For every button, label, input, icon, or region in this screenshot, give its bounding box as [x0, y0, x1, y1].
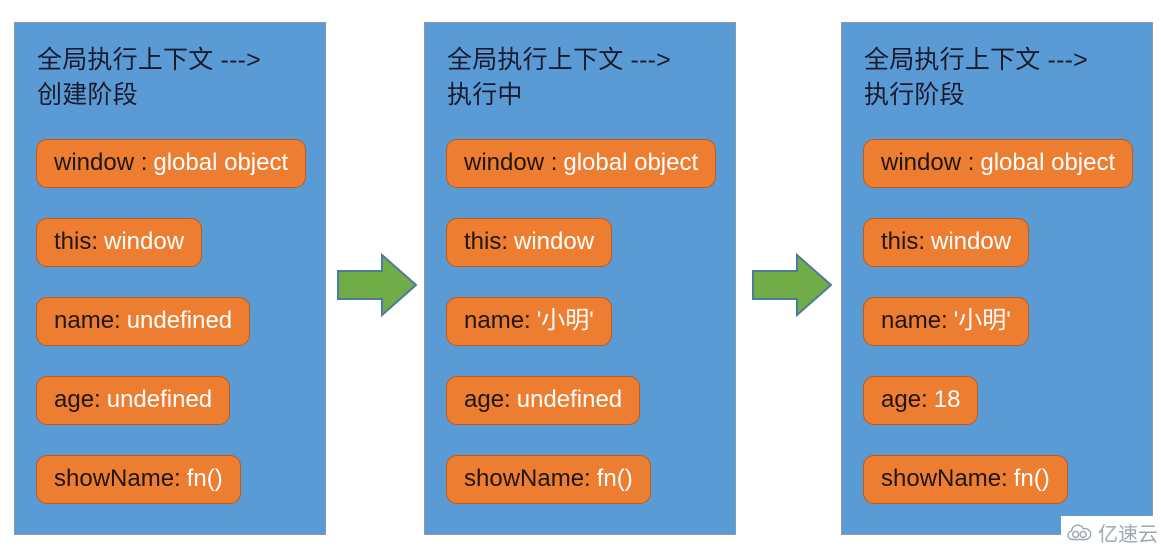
property-key: showName: [881, 465, 1008, 492]
property-value: global object [980, 149, 1116, 176]
list-item: age: undefined [36, 376, 317, 455]
property-pill-name: name: '小明' [863, 297, 1029, 346]
property-value: window [931, 228, 1012, 255]
property-value: global object [563, 149, 699, 176]
property-value: fn() [186, 465, 223, 492]
property-key: this: [881, 228, 926, 255]
property-pill-showname: showName: fn() [863, 455, 1068, 504]
context-panel-creation: 全局执行上下文 ---> 创建阶段 window : global object … [14, 22, 326, 535]
panel-title: 全局执行上下文 ---> 执行阶段 [864, 46, 1088, 109]
list-item: window : global object [36, 139, 317, 218]
property-value: 18 [933, 386, 961, 413]
panel-title: 全局执行上下文 ---> 执行中 [447, 46, 671, 109]
context-panel-execution: 全局执行上下文 ---> 执行阶段 window : global object … [841, 22, 1153, 535]
panel-title: 全局执行上下文 ---> 创建阶段 [37, 46, 261, 109]
property-value: window [514, 228, 595, 255]
property-key: this: [54, 228, 99, 255]
list-item: showName: fn() [446, 455, 727, 504]
list-item: name: '小明' [863, 297, 1144, 376]
property-key: window : [464, 149, 558, 176]
property-key: name: [464, 307, 531, 334]
property-pill-window: window : global object [446, 139, 717, 188]
property-key: name: [881, 307, 948, 334]
property-pill-name: name: '小明' [446, 297, 612, 346]
right-arrow-icon [337, 253, 417, 317]
property-pill-age: age: 18 [863, 376, 979, 425]
property-value: window [104, 228, 185, 255]
property-value: undefined [106, 386, 213, 413]
watermark: 亿速云 [1061, 516, 1161, 552]
property-key: age: [464, 386, 511, 413]
property-value: undefined [126, 307, 233, 334]
list-item: name: undefined [36, 297, 317, 376]
property-pill-showname: showName: fn() [36, 455, 241, 504]
cloud-logo-icon [1067, 523, 1093, 546]
list-item: age: 18 [863, 376, 1144, 455]
list-item: name: '小明' [446, 297, 727, 376]
watermark-text: 亿速云 [1098, 522, 1158, 546]
property-pill-this: this: window [36, 218, 203, 267]
property-pill-this: this: window [863, 218, 1030, 267]
panel-item-list: window : global object this: window name: '… [446, 139, 727, 504]
property-value: '小明' [953, 307, 1011, 334]
list-item: window : global object [446, 139, 727, 218]
context-panel-executing: 全局执行上下文 ---> 执行中 window : global object t… [424, 22, 736, 535]
list-item: this: window [863, 218, 1144, 297]
property-value: fn() [596, 465, 633, 492]
property-key: window : [881, 149, 975, 176]
panel-item-list: window : global object this: window name: '… [863, 139, 1144, 504]
list-item: this: window [36, 218, 317, 297]
property-key: showName: [464, 465, 591, 492]
property-pill-window: window : global object [863, 139, 1134, 188]
property-value: '小明' [536, 307, 594, 334]
property-pill-age: age: undefined [446, 376, 641, 425]
property-key: name: [54, 307, 121, 334]
property-pill-showname: showName: fn() [446, 455, 651, 504]
property-key: this: [464, 228, 509, 255]
list-item: showName: fn() [36, 455, 317, 504]
property-value: fn() [1013, 465, 1050, 492]
property-key: showName: [54, 465, 181, 492]
list-item: this: window [446, 218, 727, 297]
right-arrow-icon [752, 253, 832, 317]
property-key: age: [881, 386, 928, 413]
list-item: showName: fn() [863, 455, 1144, 504]
property-pill-window: window : global object [36, 139, 307, 188]
property-pill-name: name: undefined [36, 297, 251, 346]
panel-item-list: window : global object this: window name: u… [36, 139, 317, 504]
list-item: window : global object [863, 139, 1144, 218]
property-value: global object [153, 149, 289, 176]
property-key: window : [54, 149, 148, 176]
property-value: undefined [516, 386, 623, 413]
property-pill-this: this: window [446, 218, 613, 267]
diagram-canvas: 全局执行上下文 ---> 创建阶段 window : global object … [0, 0, 1161, 558]
property-key: age: [54, 386, 101, 413]
property-pill-age: age: undefined [36, 376, 231, 425]
list-item: age: undefined [446, 376, 727, 455]
